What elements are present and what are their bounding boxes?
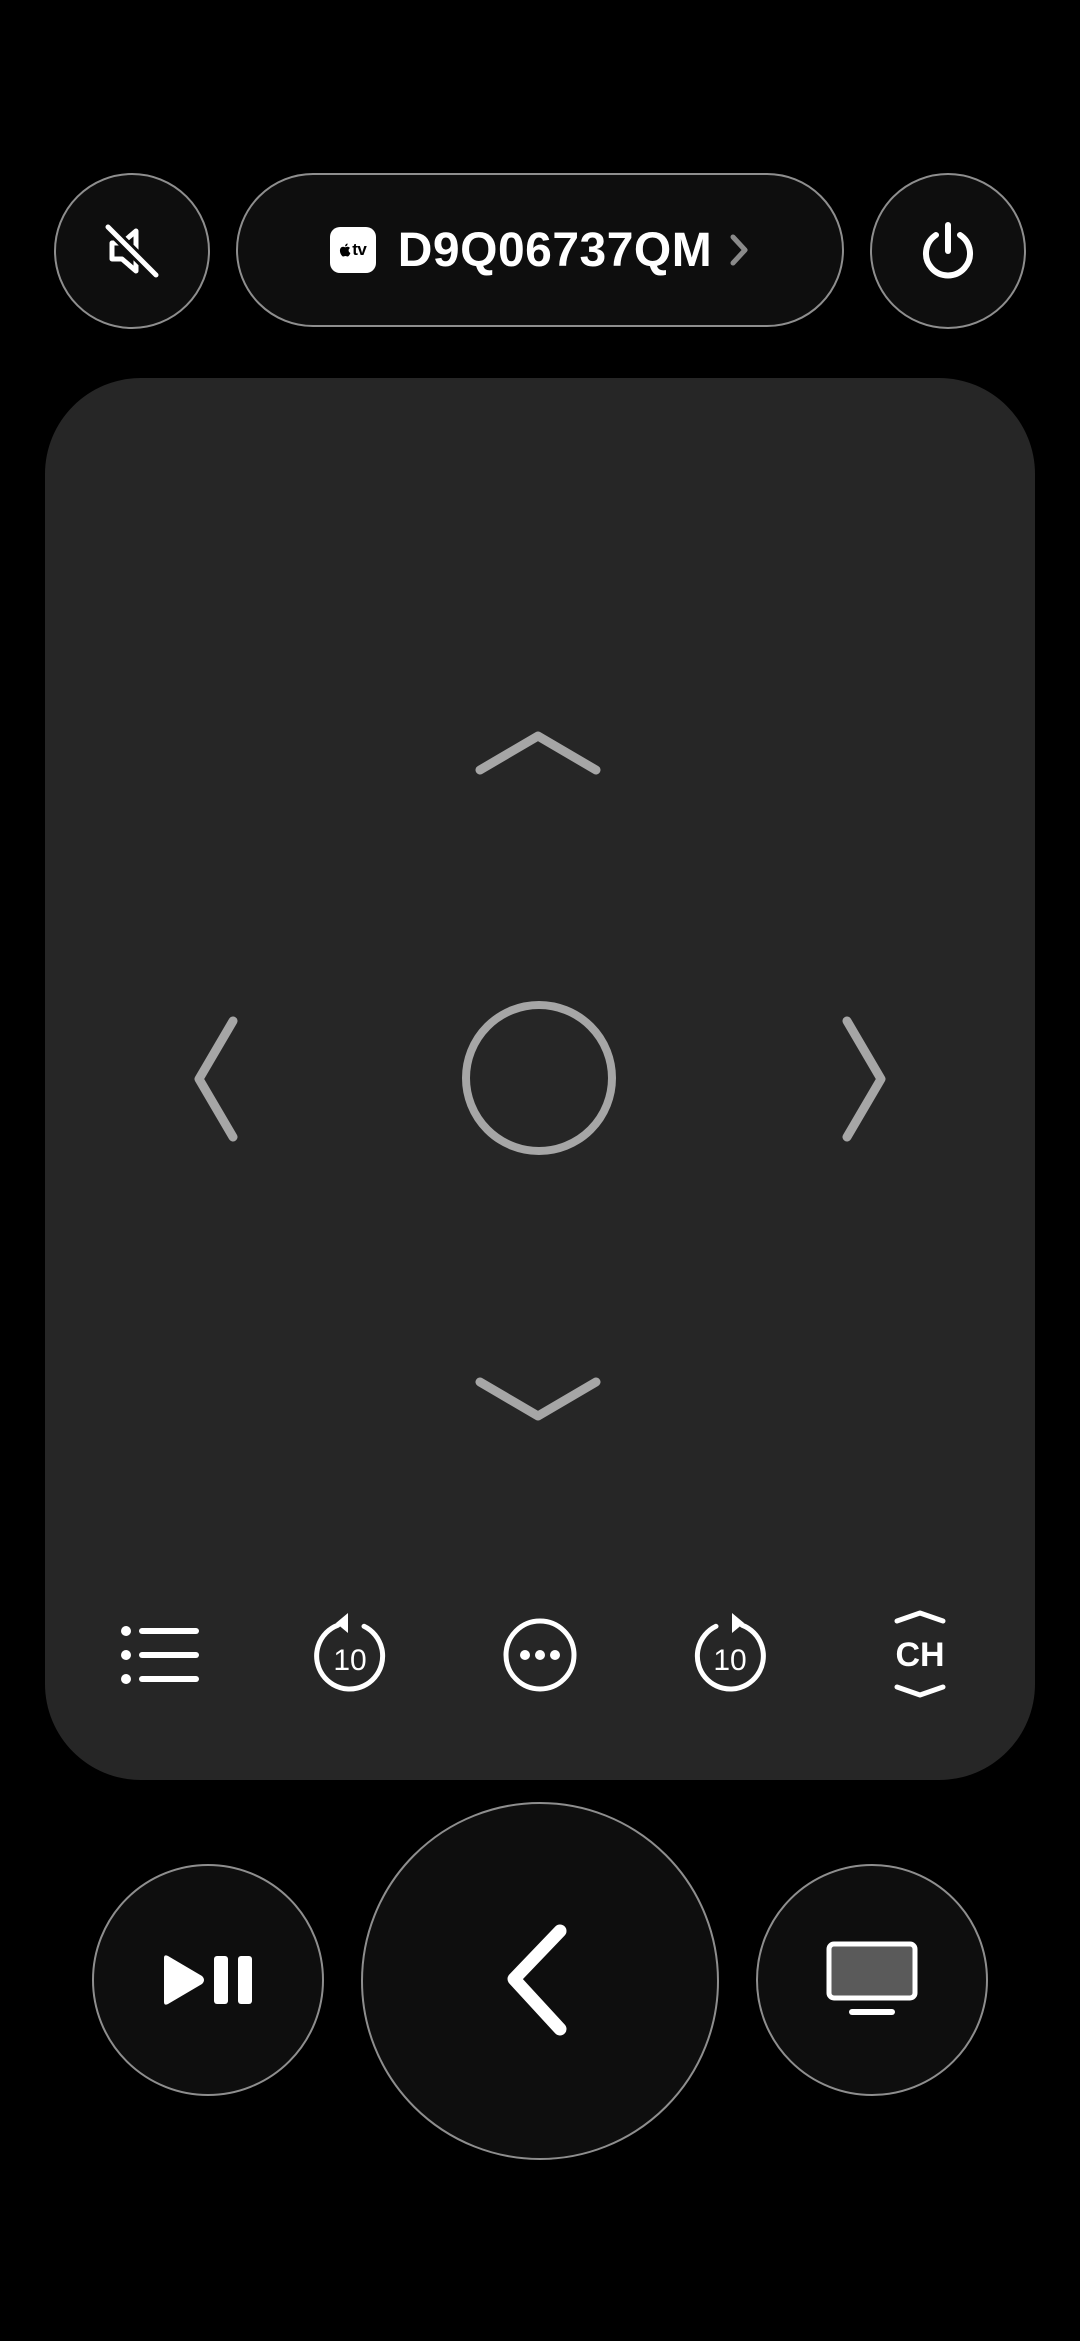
mute-button[interactable]	[54, 173, 210, 329]
power-icon	[923, 222, 973, 279]
chevron-right-icon	[730, 234, 748, 266]
chevron-down-icon	[475, 1377, 601, 1421]
skip-forward-10-icon: 10	[694, 1613, 766, 1692]
chevron-up-icon	[475, 731, 601, 775]
more-options-button[interactable]	[495, 1610, 585, 1700]
select-button[interactable]	[459, 998, 619, 1158]
skip-back-10-icon: 10	[314, 1613, 386, 1692]
dpad-left-button[interactable]	[191, 1014, 241, 1144]
apple-tv-badge-text: tv	[352, 240, 367, 259]
chevron-left-icon	[507, 1924, 567, 2036]
device-selector[interactable]: tv D9Q06737QM	[236, 173, 844, 327]
dpad-right-button[interactable]	[839, 1014, 889, 1144]
channel-label: CH	[895, 1636, 944, 1674]
tv-icon	[826, 1941, 918, 2015]
play-pause-icon	[164, 1955, 252, 2005]
select-circle-icon	[462, 1001, 616, 1155]
menu-button[interactable]	[115, 1610, 205, 1700]
back-button[interactable]	[361, 1802, 719, 2160]
chevron-left-icon	[194, 1016, 238, 1142]
channel-up-down-icon: CH	[894, 1610, 946, 1698]
list-icon	[121, 1626, 199, 1684]
channel-button[interactable]: CH	[875, 1610, 965, 1700]
play-pause-button[interactable]	[92, 1864, 324, 2096]
skip-back-label: 10	[333, 1644, 366, 1677]
speaker-slash-icon	[102, 221, 162, 281]
skip-forward-button[interactable]: 10	[685, 1610, 775, 1700]
device-name: D9Q06737QM	[397, 223, 713, 277]
skip-forward-label: 10	[713, 1644, 746, 1677]
touchpad[interactable]: 10 10 CH	[45, 378, 1035, 1780]
tv-button[interactable]	[756, 1864, 988, 2096]
power-button[interactable]	[870, 173, 1026, 329]
dpad-down-button[interactable]	[473, 1374, 603, 1424]
chevron-right-icon	[842, 1016, 886, 1142]
dpad-up-button[interactable]	[473, 728, 603, 778]
skip-back-button[interactable]: 10	[305, 1610, 395, 1700]
ellipsis-circle-icon	[503, 1618, 577, 1692]
apple-tv-icon: tv	[329, 227, 376, 273]
